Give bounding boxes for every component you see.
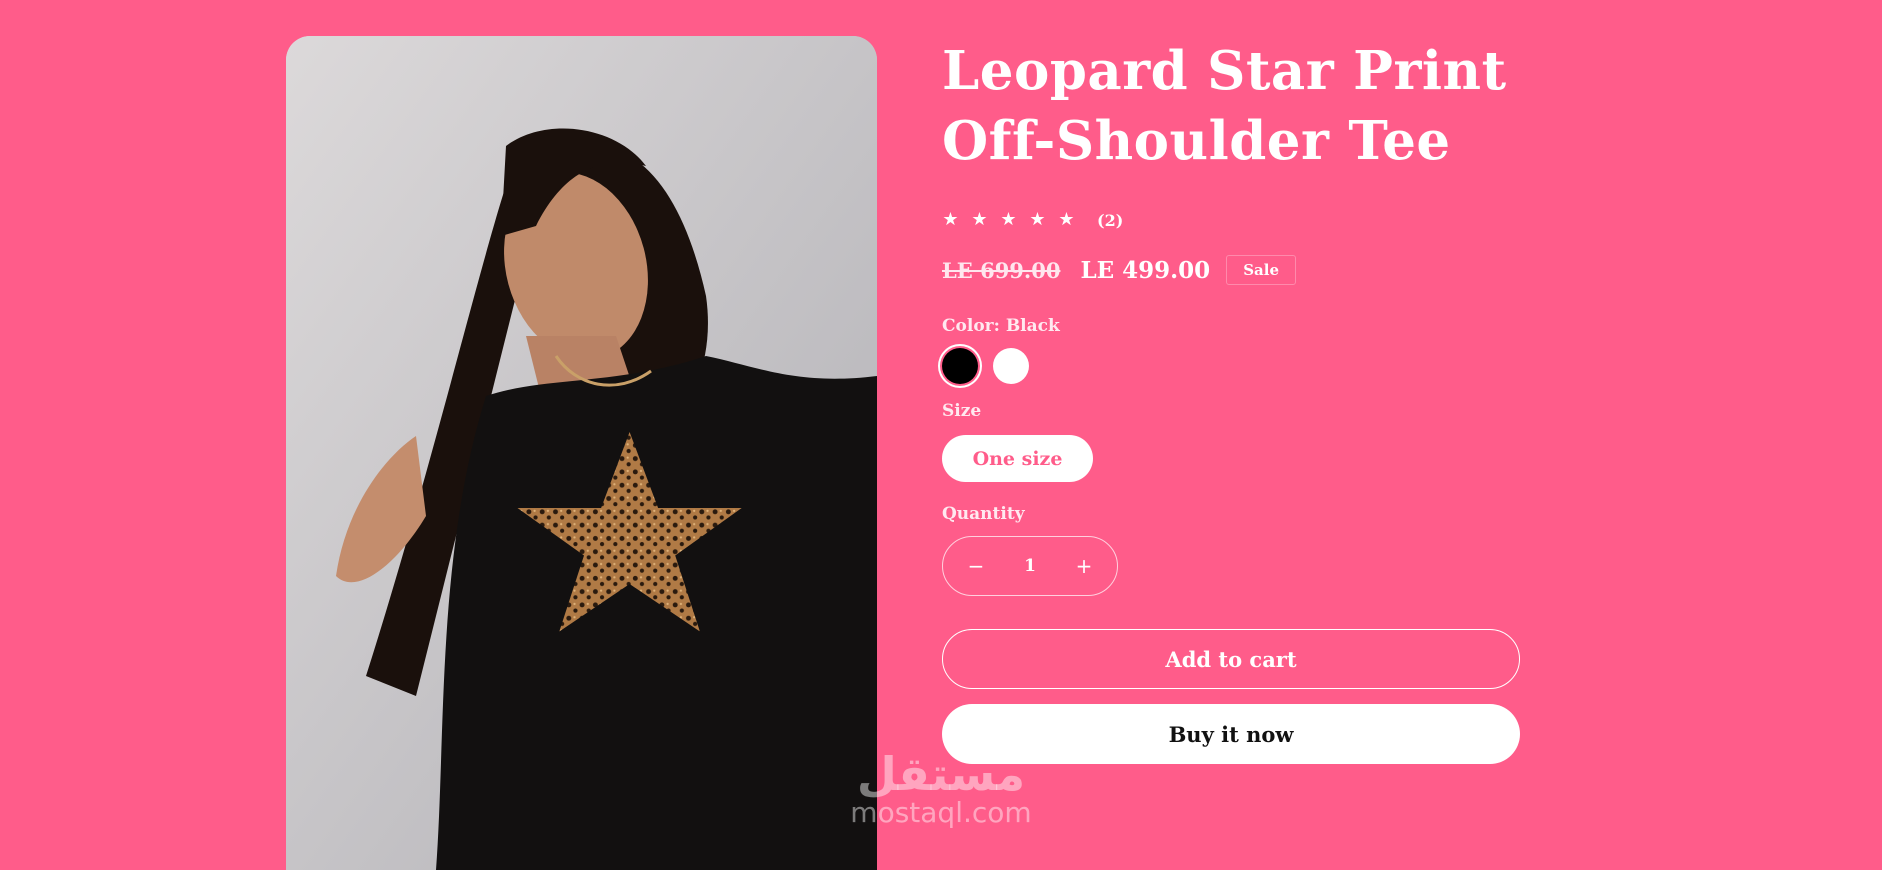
quantity-stepper: − 1 + xyxy=(942,536,1118,596)
star-icon: ★ xyxy=(942,209,959,230)
rating-stars: ★ ★ ★ ★ ★ xyxy=(942,208,1075,232)
product-info: Leopard Star Print Off-Shoulder Tee ★ ★ … xyxy=(942,36,1522,764)
swatch-white[interactable] xyxy=(993,348,1029,384)
sale-badge: Sale xyxy=(1226,255,1296,285)
price-regular: LE 699.00 xyxy=(942,257,1061,283)
size-label: Size xyxy=(942,401,982,421)
color-swatches xyxy=(942,348,1522,384)
model-photo xyxy=(286,36,877,870)
product-title: Leopard Star Print Off-Shoulder Tee xyxy=(942,40,1507,172)
price-sale: LE 499.00 xyxy=(1080,256,1211,284)
star-icon: ★ xyxy=(1058,209,1075,230)
color-label: Color: Black xyxy=(942,316,1060,336)
add-to-cart-button[interactable]: Add to cart xyxy=(942,629,1520,689)
star-icon: ★ xyxy=(971,209,988,230)
star-icon: ★ xyxy=(1029,209,1046,230)
watermark-logo: مستقل xyxy=(856,747,1026,801)
price: LE 699.00 LE 499.00 Sale xyxy=(942,252,1522,288)
star-icon: ★ xyxy=(1000,209,1017,230)
size-option-one-size[interactable]: One size xyxy=(942,435,1093,482)
product-image[interactable] xyxy=(286,36,877,870)
quantity-label: Quantity xyxy=(942,504,1025,524)
plus-icon[interactable]: + xyxy=(1069,554,1099,578)
minus-icon[interactable]: − xyxy=(961,554,991,578)
quantity-input[interactable]: 1 xyxy=(1024,556,1036,576)
watermark: مستقل mostaql.com xyxy=(826,750,1056,828)
rating[interactable]: ★ ★ ★ ★ ★ (2) xyxy=(942,208,1522,232)
rating-count[interactable]: (2) xyxy=(1097,211,1123,230)
watermark-text: mostaql.com xyxy=(850,796,1032,829)
swatch-black[interactable] xyxy=(942,348,978,384)
